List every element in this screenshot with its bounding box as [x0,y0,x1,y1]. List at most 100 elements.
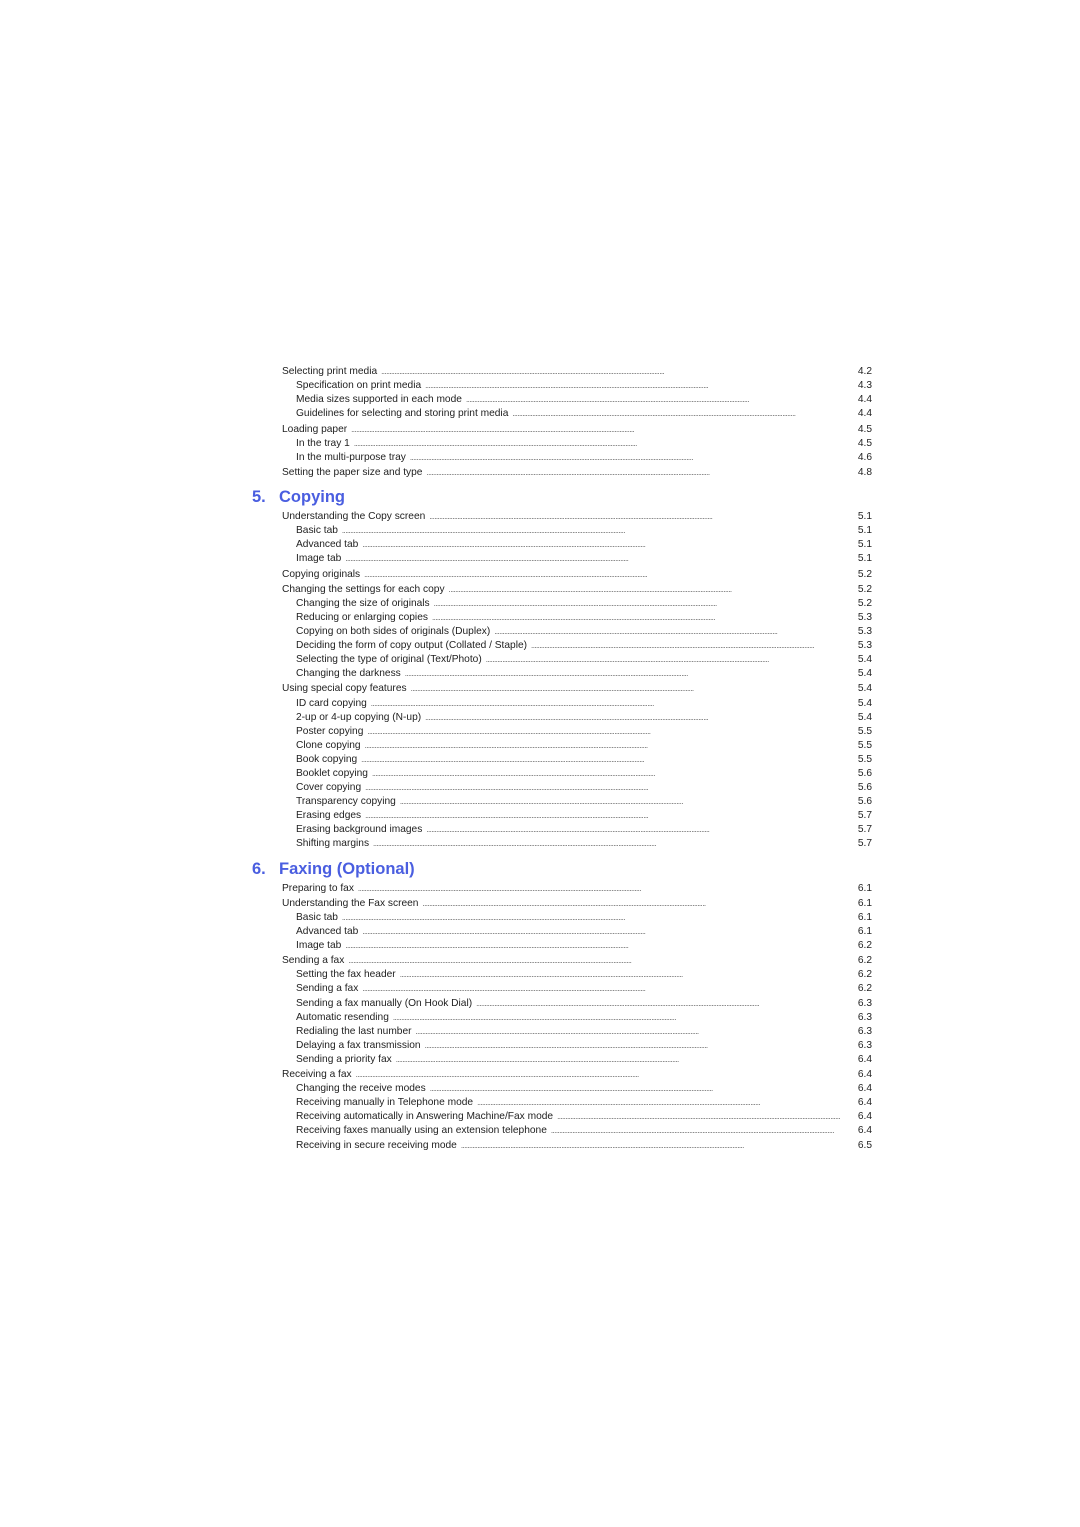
toc-subentry[interactable]: Erasing edges 5.7 [252,809,872,823]
toc-subentry[interactable]: Setting the fax header 6.2 [252,968,872,982]
entry-label: Sending a fax [282,955,345,967]
toc-subentry[interactable]: Image tab 6.2 [252,939,872,953]
entry-page-number: 5.1 [857,525,872,537]
entry-page-number: 4.4 [857,408,872,420]
dot-leader [430,1082,855,1096]
dot-leader [400,795,855,809]
toc-entry[interactable]: Loading paper 4.5 [252,423,872,437]
toc-subentry[interactable]: In the tray 1 4.5 [252,437,872,451]
toc-entry[interactable]: Using special copy features 5.4 [252,682,872,696]
toc-entry[interactable]: Preparing to fax 6.1 [252,882,872,896]
entry-label: Shifting margins [296,838,370,850]
toc-subentry[interactable]: Poster copying 5.5 [252,725,872,739]
toc-subentry[interactable]: Sending a fax 6.2 [252,982,872,996]
entry-label: Erasing edges [296,810,362,822]
entry-page-number: 6.3 [857,1011,872,1023]
entry-page-number: 6.3 [857,1025,872,1037]
entry-label: Deciding the form of copy output (Collat… [296,640,528,652]
entry-label: Preparing to fax [282,882,354,894]
toc-entry[interactable]: Selecting print media 4.2 [252,365,872,379]
toc-subentry[interactable]: Automatic resending 6.3 [252,1011,872,1025]
toc-subentry[interactable]: Advanced tab 5.1 [252,538,872,552]
dot-leader [476,997,855,1011]
toc-subentry[interactable]: Transparency copying 5.6 [252,795,872,809]
entry-label: Automatic resending [296,1011,389,1023]
dot-leader [364,568,855,582]
toc-subentry[interactable]: Advanced tab 6.1 [252,925,872,939]
toc-entry[interactable]: Receiving a fax 6.4 [252,1068,872,1082]
toc-subentry[interactable]: Media sizes supported in each mode 4.4 [252,393,872,407]
chapter-heading[interactable]: 6. Faxing (Optional) [252,858,872,880]
toc-subentry[interactable]: Image tab 5.1 [252,552,872,566]
entry-label: 2-up or 4-up copying (N-up) [296,711,422,723]
toc-subentry[interactable]: Reducing or enlarging copies 5.3 [252,611,872,625]
toc-subentry[interactable]: Basic tab 6.1 [252,911,872,925]
entry-label: Sending a priority fax [296,1053,392,1065]
entry-label: Using special copy features [282,683,407,695]
toc-subentry[interactable]: Booklet copying 5.6 [252,767,872,781]
toc-subentry[interactable]: Clone copying 5.5 [252,739,872,753]
toc-subentry[interactable]: Receiving manually in Telephone mode 6.4 [252,1096,872,1110]
toc-subentry[interactable]: 2-up or 4-up copying (N-up) 5.4 [252,711,872,725]
dot-leader [362,982,855,996]
toc-subentry[interactable]: Book copying 5.5 [252,753,872,767]
entry-page-number: 6.2 [857,983,872,995]
dot-leader [345,552,855,566]
entry-page-number: 5.4 [857,668,872,680]
toc-subentry[interactable]: Guidelines for selecting and storing pri… [252,407,872,421]
entry-label: Changing the receive modes [296,1083,426,1095]
toc-subentry[interactable]: Changing the size of originals 5.2 [252,597,872,611]
dot-leader [365,781,855,795]
toc-subentry[interactable]: Receiving faxes manually using an extens… [252,1124,872,1138]
toc-entry[interactable]: Understanding the Fax screen 6.1 [252,897,872,911]
entry-label: Booklet copying [296,768,368,779]
toc-subentry[interactable]: Basic tab 5.1 [252,524,872,538]
dot-leader [356,1068,855,1082]
toc-entry[interactable]: Sending a fax 6.2 [252,954,872,968]
dot-leader [351,423,855,437]
entry-label: Understanding the Copy screen [282,511,426,523]
toc-subentry[interactable]: In the multi-purpose tray 4.6 [252,451,872,465]
entry-label: Setting the fax header [296,969,396,981]
dot-leader [416,1025,855,1039]
toc-entry[interactable]: Changing the settings for each copy 5.2 [252,583,872,597]
entry-label: Changing the darkness [296,668,401,680]
toc-entry[interactable]: Copying originals 5.2 [252,568,872,582]
toc-entry[interactable]: Setting the paper size and type 4.8 [252,466,872,480]
toc-subentry[interactable]: Erasing background images 5.7 [252,823,872,837]
dot-leader [477,1096,855,1110]
entry-page-number: 5.7 [857,838,872,850]
toc-subentry[interactable]: Selecting the type of original (Text/Pho… [252,653,872,667]
toc-subentry[interactable]: ID card copying 5.4 [252,697,872,711]
entry-label: Image tab [296,553,342,565]
entry-page-number: 5.3 [857,611,872,623]
entry-page-number: 6.5 [857,1139,872,1151]
entry-page-number: 4.5 [857,437,872,449]
entry-label: Redialing the last number [296,1025,412,1037]
toc-subentry[interactable]: Receiving automatically in Answering Mac… [252,1110,872,1124]
toc-subentry[interactable]: Copying on both sides of originals (Dupl… [252,625,872,639]
toc-subentry[interactable]: Deciding the form of copy output (Collat… [252,639,872,653]
dot-leader [365,739,855,753]
entry-page-number: 5.2 [857,583,872,595]
toc-subentry[interactable]: Sending a priority fax 6.4 [252,1053,872,1067]
toc-subentry[interactable]: Delaying a fax transmission 6.3 [252,1039,872,1053]
entry-page-number: 5.5 [857,739,872,751]
entry-page-number: 5.6 [857,768,872,779]
toc-subentry[interactable]: Changing the receive modes 6.4 [252,1082,872,1096]
toc-subentry[interactable]: Receiving in secure receiving mode 6.5 [252,1139,872,1153]
dot-leader [367,725,854,739]
dot-leader [396,1053,855,1067]
entry-page-number: 6.1 [857,911,872,923]
toc-subentry[interactable]: Changing the darkness 5.4 [252,667,872,681]
toc-subentry[interactable]: Sending a fax manually (On Hook Dial) 6.3 [252,997,872,1011]
chapter-heading[interactable]: 5. Copying [252,486,872,508]
toc-subentry[interactable]: Specification on print media 4.3 [252,379,872,393]
toc-subentry[interactable]: Cover copying 5.6 [252,781,872,795]
dot-leader [348,954,855,968]
toc-subentry[interactable]: Shifting margins 5.7 [252,837,872,851]
toc-subentry[interactable]: Redialing the last number 6.3 [252,1025,872,1039]
entry-label: Cover copying [296,782,362,794]
toc-entry[interactable]: Understanding the Copy screen 5.1 [252,510,872,524]
entry-page-number: 5.3 [857,640,872,652]
